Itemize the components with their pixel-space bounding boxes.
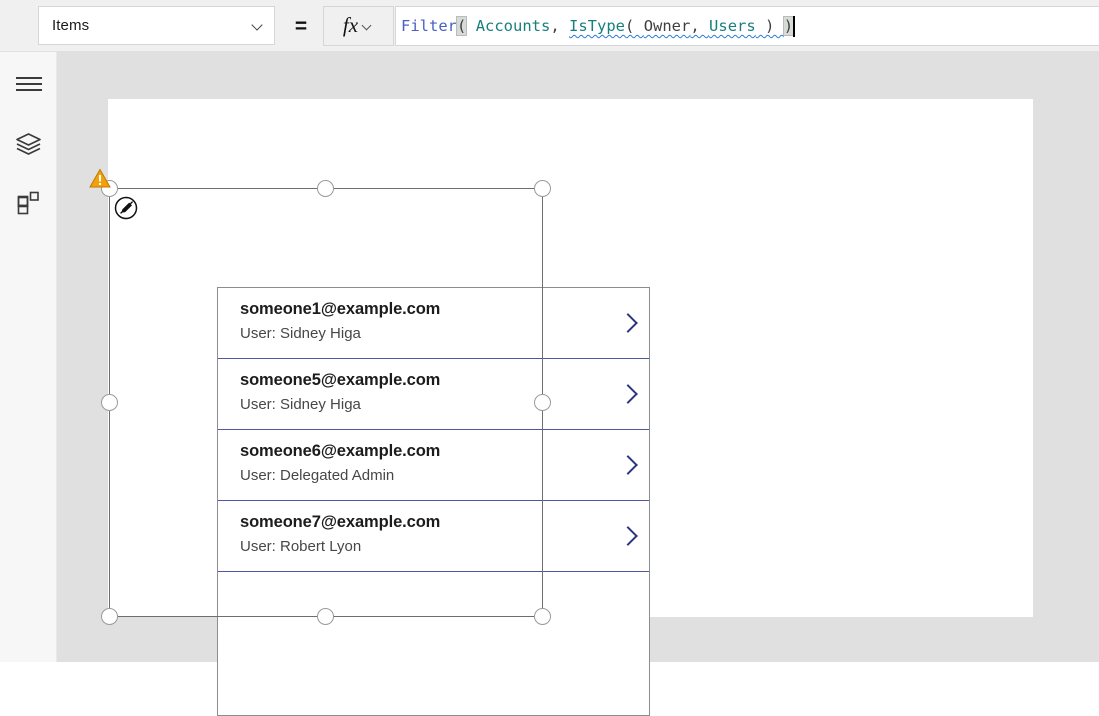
formula-input[interactable]: Filter( Accounts, IsType( Owner, Users )… <box>395 6 1099 46</box>
gallery-row-subtitle: User: Delegated Admin <box>240 467 395 484</box>
gallery-row-title: someone6@example.com <box>240 442 441 460</box>
hamburger-menu-icon <box>15 77 42 91</box>
property-dropdown-value: Items <box>52 17 90 34</box>
chevron-down-icon <box>253 20 264 31</box>
gallery-control[interactable]: someone1@example.com User: Sidney Higa som… <box>217 287 650 716</box>
resize-handle-top-center[interactable] <box>317 180 334 197</box>
rail-item-tree-view[interactable] <box>0 120 57 166</box>
insert-components-grid-icon <box>17 191 39 215</box>
warning-badge[interactable] <box>89 168 111 189</box>
edit-pencil-icon <box>114 196 138 220</box>
equals-sign: = <box>294 14 308 38</box>
rail-item-menu[interactable] <box>0 61 57 107</box>
gallery-empty-area <box>218 572 649 715</box>
edit-pencil-badge[interactable] <box>114 196 138 220</box>
resize-handle-top-right[interactable] <box>534 180 551 197</box>
formula-token-4: , <box>550 17 570 35</box>
formula-token-10: ) <box>755 17 784 35</box>
resize-handle-bottom-left[interactable] <box>101 608 118 625</box>
formula-bar: Items = fx Filter( Accounts, IsType( Own… <box>0 0 1099 52</box>
resize-handle-middle-left[interactable] <box>101 394 118 411</box>
formula-token-2 <box>466 17 475 35</box>
layers-tree-view-icon <box>16 133 41 155</box>
fx-button[interactable]: fx <box>323 6 394 46</box>
gallery-row-subtitle: User: Robert Lyon <box>240 538 362 555</box>
gallery-row-subtitle: User: Sidney Higa <box>240 325 361 342</box>
chevron-down-icon <box>363 21 374 32</box>
formula-token-3: Accounts <box>475 17 551 35</box>
formula-token-0: Filter <box>401 17 457 35</box>
gallery-row-list: someone1@example.com User: Sidney Higa som… <box>218 288 649 572</box>
gallery-row-subtitle: User: Sidney Higa <box>240 396 361 413</box>
formula-token-9: Users <box>709 17 756 35</box>
left-rail <box>0 52 57 662</box>
fx-glyph: fx <box>342 12 359 37</box>
chevron-right-icon[interactable] <box>620 383 636 405</box>
rail-item-insert[interactable] <box>0 180 57 226</box>
resize-handle-middle-right[interactable] <box>534 394 551 411</box>
warning-triangle-icon <box>89 168 111 188</box>
chevron-right-icon[interactable] <box>620 525 636 547</box>
property-dropdown[interactable]: Items <box>38 6 275 45</box>
gallery-row[interactable]: someone1@example.com User: Sidney Higa <box>218 288 649 359</box>
formula-token-8: , <box>690 17 710 35</box>
gallery-row[interactable]: someone6@example.com User: Delegated Admi… <box>218 430 649 501</box>
formula-token-list: Filter( Accounts, IsType( Owner, Users )… <box>401 16 795 36</box>
gallery-row-title: someone5@example.com <box>240 371 441 389</box>
resize-handle-bottom-center[interactable] <box>317 608 334 625</box>
workspace: someone1@example.com User: Sidney Higa som… <box>57 52 1099 716</box>
text-caret <box>793 15 796 37</box>
formula-token-7: Owner <box>643 17 691 35</box>
app-canvas[interactable]: someone1@example.com User: Sidney Higa som… <box>108 99 1033 716</box>
formula-token-5: IsType <box>569 17 626 35</box>
gallery-row[interactable]: someone5@example.com User: Sidney Higa <box>218 359 649 430</box>
formula-token-11: ) <box>782 16 795 36</box>
gallery-row-title: someone7@example.com <box>240 513 441 531</box>
resize-handle-bottom-right[interactable] <box>534 608 551 625</box>
chevron-right-icon[interactable] <box>620 312 636 334</box>
gallery-row[interactable]: someone7@example.com User: Robert Lyon <box>218 501 649 572</box>
formula-token-1: ( <box>455 16 468 36</box>
chevron-right-icon[interactable] <box>620 454 636 476</box>
gallery-row-title: someone1@example.com <box>240 300 441 318</box>
formula-token-6: ( <box>625 17 644 35</box>
